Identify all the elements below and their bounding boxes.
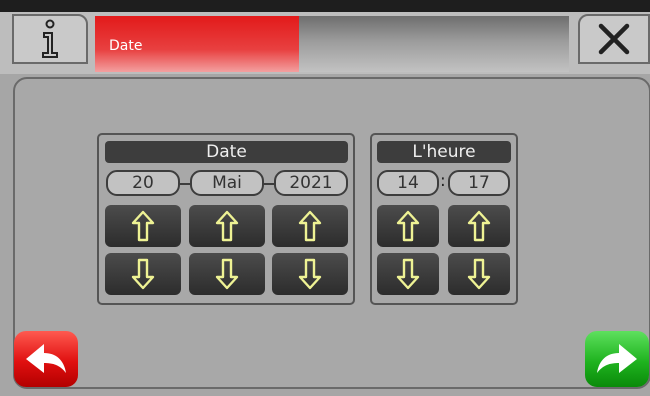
up-arrow-icon bbox=[396, 210, 420, 242]
close-icon bbox=[598, 23, 630, 55]
time-group-label: L'heure bbox=[377, 141, 511, 163]
minute-up-button[interactable] bbox=[448, 205, 510, 247]
hour-down-button[interactable] bbox=[377, 253, 439, 295]
month-field[interactable]: Mai bbox=[190, 170, 264, 196]
minute-field[interactable]: 17 bbox=[448, 170, 510, 196]
month-down-button[interactable] bbox=[189, 253, 265, 295]
date-group-label: Date bbox=[105, 141, 348, 163]
day-up-button[interactable] bbox=[105, 205, 181, 247]
up-arrow-icon bbox=[131, 210, 155, 242]
day-down-button[interactable] bbox=[105, 253, 181, 295]
next-button[interactable] bbox=[585, 331, 649, 387]
year-down-button[interactable] bbox=[272, 253, 348, 295]
down-arrow-icon bbox=[396, 258, 420, 290]
time-separator: : bbox=[440, 171, 446, 191]
year-field[interactable]: 2021 bbox=[274, 170, 348, 196]
year-up-button[interactable] bbox=[272, 205, 348, 247]
info-button[interactable] bbox=[12, 14, 88, 64]
info-icon bbox=[42, 19, 58, 58]
back-arrow-icon bbox=[26, 344, 66, 373]
page-title: Date bbox=[109, 38, 143, 54]
hour-field[interactable]: 14 bbox=[377, 170, 439, 196]
forward-arrow-icon bbox=[597, 344, 637, 373]
up-arrow-icon bbox=[467, 210, 491, 242]
down-arrow-icon bbox=[215, 258, 239, 290]
back-button[interactable] bbox=[14, 331, 78, 387]
hour-up-button[interactable] bbox=[377, 205, 439, 247]
top-strip bbox=[0, 0, 650, 12]
down-arrow-icon bbox=[298, 258, 322, 290]
title-bar: Date bbox=[95, 16, 569, 72]
down-arrow-icon bbox=[467, 258, 491, 290]
up-arrow-icon bbox=[298, 210, 322, 242]
down-arrow-icon bbox=[131, 258, 155, 290]
month-up-button[interactable] bbox=[189, 205, 265, 247]
day-field[interactable]: 20 bbox=[106, 170, 180, 196]
minute-down-button[interactable] bbox=[448, 253, 510, 295]
close-button[interactable] bbox=[578, 14, 650, 64]
up-arrow-icon bbox=[215, 210, 239, 242]
